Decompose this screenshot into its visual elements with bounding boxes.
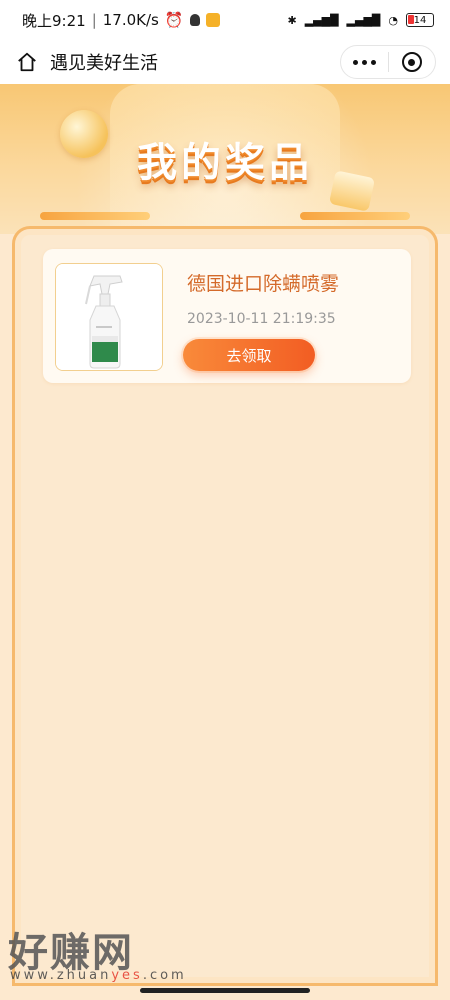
signal-icon: ▂▄▆█ (304, 13, 339, 27)
alarm-icon: ⏰ (164, 11, 184, 29)
watermark: 好赚网 www.zhuanyes.com (8, 920, 208, 990)
qq-icon (189, 14, 200, 26)
battery-level: 14 (413, 14, 427, 26)
watermark-url: www.zhuanyes.com (10, 968, 187, 983)
page-title: 遇见美好生活 (50, 53, 158, 74)
status-time: 晚上9:21 (22, 11, 86, 30)
home-icon[interactable] (14, 49, 40, 75)
hero-banner: 我的奖品 (0, 84, 450, 234)
network-speed: 17.0K/s (102, 11, 159, 29)
signal-icon-2: ▂▄▆█ (346, 13, 381, 27)
battery-icon: 14 (406, 13, 434, 27)
prize-image (55, 263, 163, 371)
home-indicator (140, 988, 310, 993)
prize-timestamp: 2023-10-11 21:19:35 (187, 311, 336, 327)
close-button[interactable] (389, 52, 436, 72)
notification-icon (205, 13, 220, 27)
nav-bar: 遇见美好生活 (0, 40, 450, 84)
more-menu-button[interactable] (341, 59, 388, 65)
status-bar: 晚上9:21 | 17.0K/s ⏰ ✱ ▂▄▆█ ▂▄▆█ ◔ 14 (0, 0, 450, 40)
wifi-icon: ◔ (388, 13, 398, 27)
bluetooth-icon: ✱ (287, 13, 297, 27)
prize-name: 德国进口除螨喷雾 (187, 273, 340, 295)
mini-program-capsule (340, 45, 436, 79)
prize-list-panel: 德国进口除螨喷雾 2023-10-11 21:19:35 去领取 (12, 226, 438, 986)
prize-card: 德国进口除螨喷雾 2023-10-11 21:19:35 去领取 (43, 249, 411, 383)
claim-prize-button[interactable]: 去领取 (183, 339, 315, 371)
banner-title: 我的奖品 (137, 139, 313, 186)
